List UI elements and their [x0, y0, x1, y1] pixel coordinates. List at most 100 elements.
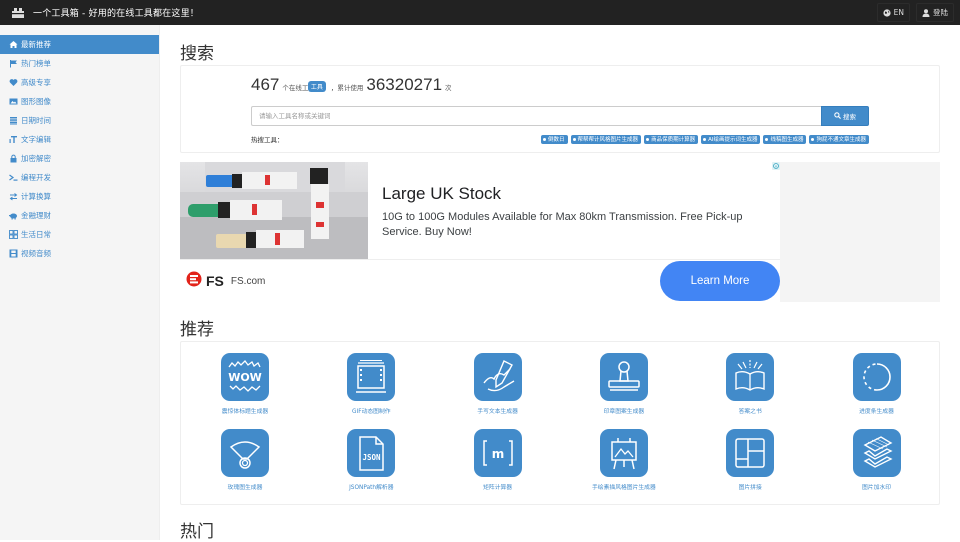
tool-label[interactable]: GIF动态图制作 — [352, 406, 391, 415]
collage-icon[interactable] — [726, 429, 775, 477]
tag-dot-icon — [543, 137, 547, 141]
sidebar-item-label: 视频音频 — [21, 249, 51, 258]
sidebar-item-2[interactable]: 高级专享 — [0, 73, 159, 92]
hot-tag[interactable]: AI绘画提示词生成器 — [701, 134, 761, 144]
sidebar-item-10[interactable]: 生活日常 — [0, 225, 159, 244]
sidebar-item-label: 加密解密 — [21, 154, 51, 163]
fs-logo-icon — [186, 271, 202, 291]
piggy-bank-icon — [9, 211, 18, 220]
sidebar-item-9[interactable]: 金融理财 — [0, 206, 159, 225]
open-book-icon[interactable] — [726, 353, 775, 401]
sidebar: 最新推荐热门榜单高级专享 图形图像 日期时间 文字编辑加密解密编程开发计算换算 金融理财… — [0, 25, 160, 540]
tool-card[interactable]: JSON JSONPath解析器 — [308, 429, 434, 491]
tool-label[interactable]: 手写文本生成器 — [477, 406, 518, 415]
tool-label[interactable]: 印章图案生成器 — [604, 406, 645, 415]
tool-card[interactable]: 进度条生成器 — [814, 353, 940, 415]
top-navbar: 一个工具箱 - 好用的在线工具都在这里！ EN 登陆 — [0, 0, 960, 25]
hot-tag[interactable]: 帮帮帮计风格图片生成器 — [570, 134, 642, 144]
tool-card[interactable]: 图片加水印 — [814, 429, 940, 491]
hot-tag[interactable]: 线稿图生成器 — [763, 134, 807, 144]
tag-dot-icon — [572, 137, 576, 141]
handwriting-icon[interactable] — [473, 353, 522, 401]
login-button[interactable]: 登陆 — [916, 3, 954, 22]
sidebar-item-label: 热门榜单 — [21, 59, 51, 68]
tooltip-badge: 工具 — [307, 81, 326, 92]
search-input[interactable] — [251, 106, 821, 126]
tool-card[interactable]: 图片拼接 — [687, 429, 813, 491]
hot-tag-label: 线稿图生成器 — [770, 137, 804, 143]
stamp-icon[interactable] — [599, 353, 648, 401]
sidebar-item-1[interactable]: 热门榜单 — [0, 54, 159, 73]
tool-label[interactable]: JSONPath解析器 — [349, 482, 393, 491]
sidebar-item-8[interactable]: 计算换算 — [0, 187, 159, 206]
tool-label[interactable]: 玫瑰图生成器 — [228, 482, 263, 491]
tool-label[interactable]: 震惊体标题生成器 — [222, 406, 268, 415]
hot-search-label: 热搜工具： — [251, 136, 284, 144]
layers-icon[interactable] — [852, 429, 901, 477]
tool-card[interactable]: 答案之书 — [687, 353, 813, 415]
search-button[interactable]: 搜索 — [821, 106, 869, 126]
wow-burst-icon[interactable]: WOW — [221, 353, 269, 401]
tag-dot-icon — [646, 137, 650, 141]
easel-icon[interactable] — [599, 429, 648, 477]
sidebar-item-6[interactable]: 加密解密 — [0, 149, 159, 168]
hot-tag-label: 倒数日 — [548, 137, 565, 143]
hot-tag[interactable]: 倒数日 — [541, 134, 568, 144]
recommend-panel: WOW 震惊体标题生成器 GIF动态图制作 手写文本生成器 印章图案生成器 答案之书 进度条… — [180, 341, 940, 505]
list-icon — [9, 116, 18, 125]
sidebar-item-7[interactable]: 编程开发 — [0, 168, 159, 187]
tool-label[interactable]: 矩阵计算器 — [483, 482, 512, 491]
hot-tag-label: 狗屁不通文章生成器 — [816, 137, 866, 143]
film-strip-icon[interactable] — [347, 353, 396, 401]
sidebar-item-4[interactable]: 日期时间 — [0, 111, 159, 130]
sidebar-item-11[interactable]: 视频音频 — [0, 244, 159, 263]
hot-search-tags: 倒数日 帮帮帮计风格图片生成器 商品保质期计算器 AI绘画提示词生成器 线稿图生成器 狗屁… — [541, 134, 869, 144]
ad-description[interactable]: 10G to 100G Modules Available for Max 80… — [382, 210, 772, 240]
hot-search-row: 热搜工具： 倒数日 帮帮帮计风格图片生成器 商品保质期计算器 AI绘画提示词生成器 线稿… — [251, 133, 869, 145]
grid-icon — [9, 230, 18, 239]
tool-card[interactable]: m 矩阵计算器 — [435, 429, 561, 491]
rose-chart-icon[interactable] — [221, 429, 269, 477]
tool-card[interactable]: 手绘素描风格图片生成器 — [561, 429, 687, 491]
tool-label[interactable]: 图片加水印 — [862, 482, 891, 491]
recommend-section-title: 推荐 — [180, 320, 214, 340]
tool-label[interactable]: 答案之书 — [739, 406, 762, 415]
sidebar-item-label: 生活日常 — [21, 230, 51, 239]
sidebar-item-0[interactable]: 最新推荐 — [0, 35, 159, 54]
progress-circle-icon[interactable] — [852, 353, 901, 401]
hot-section-title: 热门 — [180, 522, 214, 542]
ad-product-image[interactable] — [180, 162, 368, 259]
hot-tag[interactable]: 商品保质期计算器 — [644, 134, 699, 144]
exchange-icon — [9, 192, 18, 201]
language-label: EN — [893, 8, 904, 17]
site-stats: 467 个在线工具 工具 ，累计使用 36320271 次 — [251, 75, 455, 95]
usage-suffix: 次 — [445, 84, 452, 92]
tool-label[interactable]: 图片拼接 — [739, 482, 762, 491]
sidebar-item-label: 编程开发 — [21, 173, 51, 182]
tag-dot-icon — [703, 137, 707, 141]
ad-brand[interactable]: FS FS.com — [186, 271, 265, 291]
tool-label[interactable]: 进度条生成器 — [859, 406, 894, 415]
ad-info-icon[interactable] — [772, 162, 780, 170]
ad-headline[interactable]: Large UK Stock — [382, 184, 501, 204]
json-file-icon[interactable]: JSON — [347, 429, 396, 477]
matrix-icon[interactable]: m — [473, 429, 522, 477]
tool-card[interactable]: WOW 震惊体标题生成器 — [182, 353, 308, 415]
search-button-label: 搜索 — [843, 113, 856, 121]
tool-card[interactable]: GIF动态图制作 — [308, 353, 434, 415]
learn-more-button[interactable]: Learn More — [660, 261, 780, 301]
tool-card[interactable]: 玫瑰图生成器 — [182, 429, 308, 491]
svg-text:WOW: WOW — [228, 371, 262, 384]
sidebar-item-5[interactable]: 文字编辑 — [0, 130, 159, 149]
tool-card[interactable]: 手写文本生成器 — [435, 353, 561, 415]
tool-label[interactable]: 手绘素描风格图片生成器 — [592, 482, 656, 491]
flag-icon — [9, 59, 18, 68]
site-title[interactable]: 一个工具箱 - 好用的在线工具都在这里！ — [33, 6, 199, 19]
toolbox-logo-icon[interactable] — [9, 5, 27, 21]
tool-card[interactable]: 印章图案生成器 — [561, 353, 687, 415]
ad-domain: FS.com — [230, 275, 266, 287]
hot-tag[interactable]: 狗屁不通文章生成器 — [809, 134, 869, 144]
language-button[interactable]: EN — [876, 3, 910, 22]
sidebar-item-3[interactable]: 图形图像 — [0, 92, 159, 111]
advertisement[interactable]: Large UK Stock 10G to 100G Modules Avail… — [180, 162, 780, 302]
